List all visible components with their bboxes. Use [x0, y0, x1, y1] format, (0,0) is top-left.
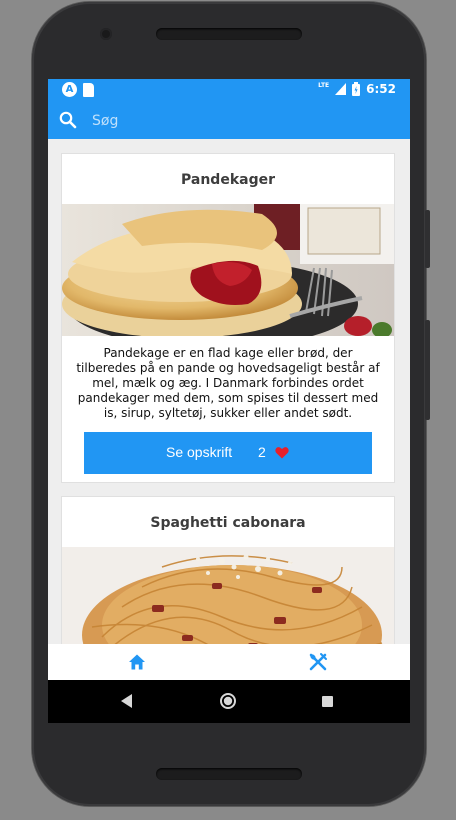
pancakes-photo — [62, 204, 394, 336]
search-toolbar — [48, 101, 410, 139]
like-count: 2 — [258, 444, 266, 460]
recipe-title: Spaghetti cabonara — [150, 515, 306, 531]
phone-frame: A LTE 6:52 Pandekager — [32, 2, 430, 806]
system-navigation — [48, 680, 410, 723]
front-camera — [100, 28, 112, 40]
recipes-icon[interactable] — [308, 652, 328, 672]
see-recipe-button[interactable]: Se opskrift 2 — [84, 432, 372, 474]
bottom-speaker — [156, 768, 302, 780]
recipe-description: Pandekage er en flad kage eller brød, de… — [76, 346, 380, 420]
recipe-card: Pandekager Pandekage er en flad kage ell… — [61, 153, 395, 483]
top-speaker — [156, 28, 302, 40]
power-button — [425, 320, 430, 420]
search-icon[interactable] — [58, 110, 78, 130]
status-time: 6:52 — [366, 82, 396, 96]
app-screen: A LTE 6:52 Pandekager — [48, 79, 410, 723]
sd-card-icon — [83, 82, 94, 97]
battery-icon — [352, 82, 361, 96]
heart-icon[interactable] — [275, 446, 289, 459]
see-recipe-label: Se opskrift — [166, 444, 233, 460]
recents-icon[interactable] — [322, 696, 333, 707]
search-input[interactable] — [90, 109, 394, 133]
bottom-navigation — [48, 644, 410, 680]
back-icon[interactable] — [121, 694, 133, 708]
network-label: LTE — [318, 81, 330, 89]
recipe-title: Pandekager — [181, 172, 275, 188]
home-circle-icon[interactable] — [220, 693, 236, 709]
status-bar: A LTE 6:52 — [48, 79, 410, 101]
signal-icon — [335, 83, 347, 95]
volume-button — [425, 210, 430, 268]
app-a-icon: A — [62, 82, 77, 97]
recipe-card: Spaghetti cabonara — [61, 496, 395, 644]
spaghetti-photo — [62, 547, 394, 644]
home-icon[interactable] — [128, 653, 146, 671]
recipe-list[interactable]: Pandekager Pandekage er en flad kage ell… — [48, 139, 410, 644]
